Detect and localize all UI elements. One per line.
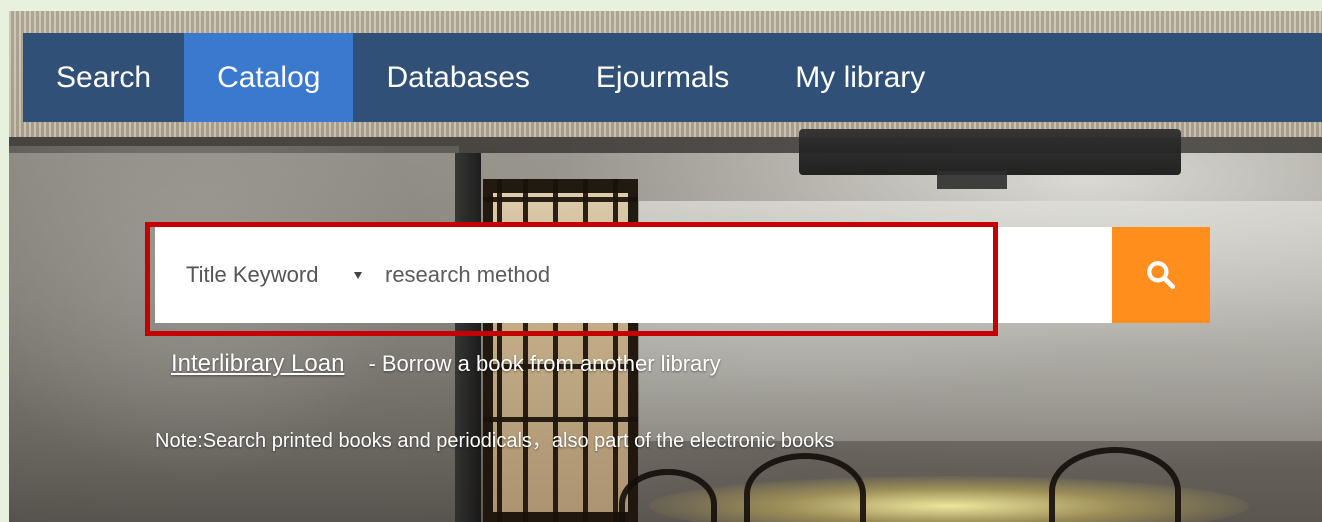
projector-image	[799, 129, 1181, 175]
search-field-dropdown[interactable]: Title Keyword	[155, 227, 385, 323]
search-button[interactable]	[1112, 227, 1210, 323]
search-box: Title Keyword	[155, 227, 1210, 323]
interlibrary-loan-description: - Borrow a book from another library	[368, 351, 721, 376]
tab-databases[interactable]: Databases	[353, 33, 562, 122]
interlibrary-loan-row: Interlibrary Loan - Borrow a book from a…	[171, 350, 721, 378]
search-icon	[1147, 261, 1176, 290]
nav-tabs: Search Catalog Databases Ejourmals My li…	[23, 33, 1322, 122]
tab-catalog[interactable]: Catalog	[184, 33, 354, 122]
search-note: Note:Search printed books and periodical…	[155, 430, 835, 452]
search-area: Title Keyword	[145, 222, 1210, 336]
main-navigation: Search Catalog Databases Ejourmals My li…	[23, 33, 1322, 122]
tab-search[interactable]: Search	[23, 33, 184, 122]
tab-ejournals[interactable]: Ejourmals	[563, 33, 762, 122]
search-field-selected-value: Title Keyword	[186, 262, 319, 287]
chair-back	[1049, 447, 1181, 522]
tab-my-library[interactable]: My library	[762, 33, 958, 122]
search-input[interactable]	[385, 227, 1198, 323]
projector-bracket	[937, 171, 1007, 189]
interlibrary-loan-link[interactable]: Interlibrary Loan	[171, 350, 344, 378]
chair-back	[744, 453, 866, 522]
wood-pillar	[455, 153, 481, 522]
chevron-down-icon	[354, 271, 362, 279]
